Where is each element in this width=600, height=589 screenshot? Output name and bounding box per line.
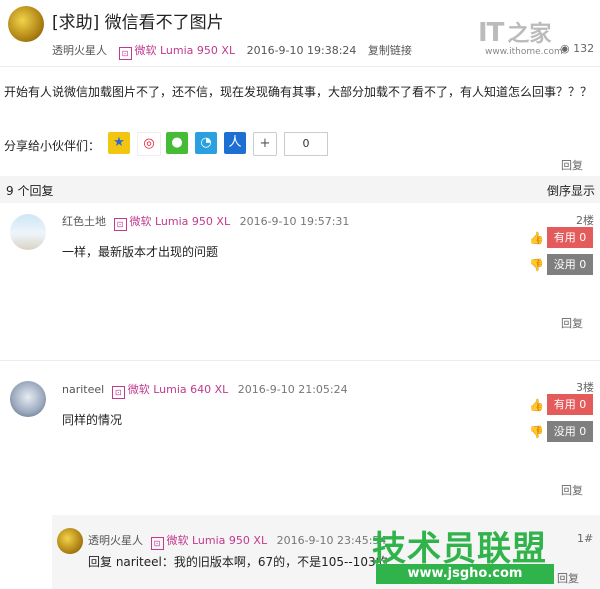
header-divider (0, 66, 600, 67)
reply-device: ⊡ 微软 Lumia 950 XL (113, 215, 230, 231)
useless-button[interactable]: 没用 0 (547, 421, 593, 442)
post-title: [求助] 微信看不了图片 (52, 13, 224, 33)
thumbs-up-icon[interactable]: 👍 (529, 398, 544, 412)
qzone-icon[interactable]: ★ (108, 132, 130, 154)
useful-button[interactable]: 有用 0 (547, 394, 593, 415)
renren-icon[interactable]: 人 (224, 132, 246, 154)
thumbs-down-icon[interactable]: 👎 (529, 425, 544, 439)
more-share-icon[interactable]: + (253, 132, 277, 156)
reply-count: 9 个回复 (6, 184, 54, 198)
device-icon: ⊡ (118, 47, 132, 60)
logo-zhi: 之家 (507, 22, 552, 47)
device-icon: ⊡ (113, 218, 127, 231)
reply-user[interactable]: 红色土地 (62, 215, 106, 228)
nested-reply-content: 回复 nariteel：我的旧版本啊，67的，不是105--103的 (88, 555, 388, 569)
reply-meta: 红色土地 ⊡ 微软 Lumia 950 XL 2016-9-10 19:57:31 (62, 213, 349, 231)
nested-reply-button[interactable]: 回复 (557, 570, 579, 586)
reply-time: 2016-9-10 21:05:24 (237, 383, 348, 396)
device-icon: ⊡ (111, 386, 125, 399)
post-time: 2016-9-10 19:38:24 (246, 44, 357, 57)
reply-user[interactable]: nariteel (62, 383, 104, 396)
nested-reply-user[interactable]: 透明火星人 (88, 534, 143, 547)
reply-device: ⊡ 微软 Lumia 640 XL (111, 383, 228, 399)
thumbs-down-icon[interactable]: 👎 (529, 258, 544, 272)
reply-time: 2016-9-10 19:57:31 (239, 215, 350, 228)
view-counter: ◉ 132 (560, 42, 595, 55)
reply-avatar[interactable] (10, 214, 46, 250)
thumbs-up-icon[interactable]: 👍 (529, 231, 544, 245)
copy-link-button[interactable]: 复制链接 (368, 44, 412, 57)
tencent-weibo-icon[interactable]: ◔ (195, 132, 217, 154)
post-meta: 透明火星人 ⊡ 微软 Lumia 950 XL 2016-9-10 19:38:2… (52, 42, 412, 60)
watermark-name: 技术员联盟 (372, 529, 547, 569)
weibo-icon[interactable]: ◎ (137, 132, 161, 156)
post-device: ⊡ 微软 Lumia 950 XL (118, 44, 235, 60)
replies-header-bar (0, 176, 600, 203)
watermark-url: www.jsgho.com (376, 564, 554, 584)
nested-reply-time: 2016-9-10 23:45:54 (276, 534, 387, 547)
share-count-badge: 0 (284, 132, 328, 156)
nested-reply-avatar[interactable] (57, 528, 83, 554)
post-author[interactable]: 透明火星人 (52, 44, 107, 57)
sort-toggle[interactable]: 倒序显示 (547, 182, 595, 199)
share-label: 分享给小伙伴们： (4, 139, 101, 153)
wechat-icon[interactable]: ● (166, 132, 188, 154)
device-icon: ⊡ (150, 537, 164, 550)
reply-meta: nariteel ⊡ 微软 Lumia 640 XL 2016-9-10 21:0… (62, 381, 348, 399)
nested-reply-meta: 透明火星人 ⊡ 微软 Lumia 950 XL 2016-9-10 23:45:5… (88, 532, 386, 550)
nested-floor-number: 1# (577, 532, 594, 545)
reply-content: 同样的情况 (62, 413, 123, 427)
post-content: 开始有人说微信加载图片不了，还不信，现在发现确有其事，大部分加载不了看不了，有人… (4, 85, 593, 99)
useless-button[interactable]: 没用 0 (547, 254, 593, 275)
eye-icon: ◉ (560, 42, 570, 55)
logo-domain: www.ithome.com (485, 47, 563, 57)
floor-number: 2楼 (576, 214, 594, 227)
author-avatar[interactable] (8, 6, 44, 42)
reply-divider (0, 360, 600, 361)
post-reply-button[interactable]: 回复 (561, 157, 583, 173)
floor-number: 3楼 (576, 381, 594, 394)
reply-button[interactable]: 回复 (561, 315, 583, 331)
reply-content: 一样，最新版本才出现的问题 (62, 245, 219, 259)
reply-button[interactable]: 回复 (561, 482, 583, 498)
useful-button[interactable]: 有用 0 (547, 227, 593, 248)
reply-avatar[interactable] (10, 381, 46, 417)
logo-it: IT (478, 18, 504, 48)
nested-reply-device: ⊡ 微软 Lumia 950 XL (150, 534, 267, 550)
ithome-logo[interactable]: IT 之家 (478, 16, 551, 48)
